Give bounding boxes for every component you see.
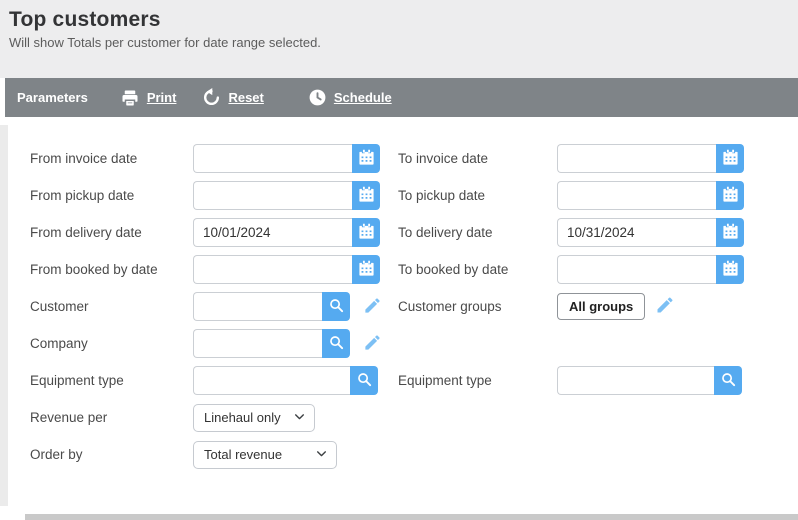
order-by-value: Total revenue [204,447,282,462]
customer-search-button[interactable] [322,292,350,321]
print-label: Print [147,90,177,105]
customer-label: Customer [30,292,193,321]
equipment-type-right-field [557,366,742,395]
page-subtitle: Will show Totals per customer for date r… [9,35,788,50]
equipment-type-left-field [193,366,378,395]
from-delivery-date-calendar-button[interactable] [352,218,380,247]
revenue-per-label: Revenue per [30,403,193,432]
all-groups-button[interactable]: All groups [557,293,645,320]
calendar-icon [722,149,739,169]
pencil-icon [363,333,382,355]
to-booked-by-date-calendar-button[interactable] [716,255,744,284]
from-delivery-date-input[interactable] [193,218,352,247]
customer-field [193,292,350,321]
to-delivery-date-calendar-button[interactable] [716,218,744,247]
pencil-icon [655,295,675,318]
reset-button[interactable]: Reset [202,88,263,107]
to-booked-by-date-field [557,255,744,284]
company-label: Company [30,329,193,358]
search-icon [328,297,345,317]
from-invoice-date-label: From invoice date [30,144,193,173]
company-edit-button[interactable] [363,333,382,355]
parameters-label: Parameters [17,90,88,105]
from-pickup-date-calendar-button[interactable] [352,181,380,210]
from-pickup-date-input[interactable] [193,181,352,210]
equipment-type-right-search-button[interactable] [714,366,742,395]
pencil-icon [363,296,382,318]
print-button[interactable]: Print [120,89,177,107]
calendar-icon [722,260,739,280]
parameters-toolbar: Parameters Print Reset Schedule [5,78,798,117]
search-icon [720,371,737,391]
calendar-icon [358,149,375,169]
chevron-down-icon [315,447,328,463]
horizontal-scrollbar[interactable] [25,514,798,520]
from-invoice-date-input[interactable] [193,144,352,173]
order-by-label: Order by [30,440,193,469]
parameters-form: From invoice date To invoice date From p… [0,117,798,469]
customer-edit-button[interactable] [363,296,382,318]
from-booked-by-date-input[interactable] [193,255,352,284]
printer-icon [120,89,140,107]
from-pickup-date-field [193,181,380,210]
to-invoice-date-field [557,144,744,173]
calendar-icon [722,223,739,243]
to-pickup-date-field [557,181,744,210]
company-input[interactable] [193,329,322,358]
chevron-down-icon [293,410,306,426]
company-search-button[interactable] [322,329,350,358]
from-booked-by-date-field [193,255,380,284]
from-delivery-date-field [193,218,380,247]
equipment-type-right-input[interactable] [557,366,714,395]
reset-label: Reset [228,90,263,105]
from-delivery-date-label: From delivery date [30,218,193,247]
order-by-select[interactable]: Total revenue [193,441,337,469]
from-invoice-date-calendar-button[interactable] [352,144,380,173]
page-title: Top customers [9,8,788,32]
undo-icon [202,88,221,107]
equipment-type-left-label: Equipment type [30,366,193,395]
customer-input[interactable] [193,292,322,321]
equipment-type-right-label: Equipment type [398,366,557,395]
to-delivery-date-field [557,218,744,247]
to-invoice-date-label: To invoice date [398,144,557,173]
to-invoice-date-input[interactable] [557,144,716,173]
to-pickup-date-calendar-button[interactable] [716,181,744,210]
equipment-type-left-search-button[interactable] [350,366,378,395]
from-booked-by-date-calendar-button[interactable] [352,255,380,284]
from-invoice-date-field [193,144,380,173]
to-delivery-date-input[interactable] [557,218,716,247]
calendar-icon [358,186,375,206]
schedule-button[interactable]: Schedule [308,88,392,107]
to-pickup-date-input[interactable] [557,181,716,210]
page-header: Top customers Will show Totals per custo… [0,0,798,78]
calendar-icon [358,260,375,280]
search-icon [328,334,345,354]
calendar-icon [722,186,739,206]
to-delivery-date-label: To delivery date [398,218,557,247]
from-pickup-date-label: From pickup date [30,181,193,210]
to-booked-by-date-label: To booked by date [398,255,557,284]
left-gutter [0,125,8,506]
from-booked-by-date-label: From booked by date [30,255,193,284]
clock-icon [308,88,327,107]
revenue-per-select[interactable]: Linehaul only [193,404,315,432]
calendar-icon [358,223,375,243]
revenue-per-value: Linehaul only [204,410,281,425]
schedule-label: Schedule [334,90,392,105]
company-field [193,329,350,358]
to-invoice-date-calendar-button[interactable] [716,144,744,173]
search-icon [356,371,373,391]
to-booked-by-date-input[interactable] [557,255,716,284]
equipment-type-left-input[interactable] [193,366,350,395]
customer-groups-edit-button[interactable] [655,295,675,318]
to-pickup-date-label: To pickup date [398,181,557,210]
customer-groups-label: Customer groups [398,292,557,321]
